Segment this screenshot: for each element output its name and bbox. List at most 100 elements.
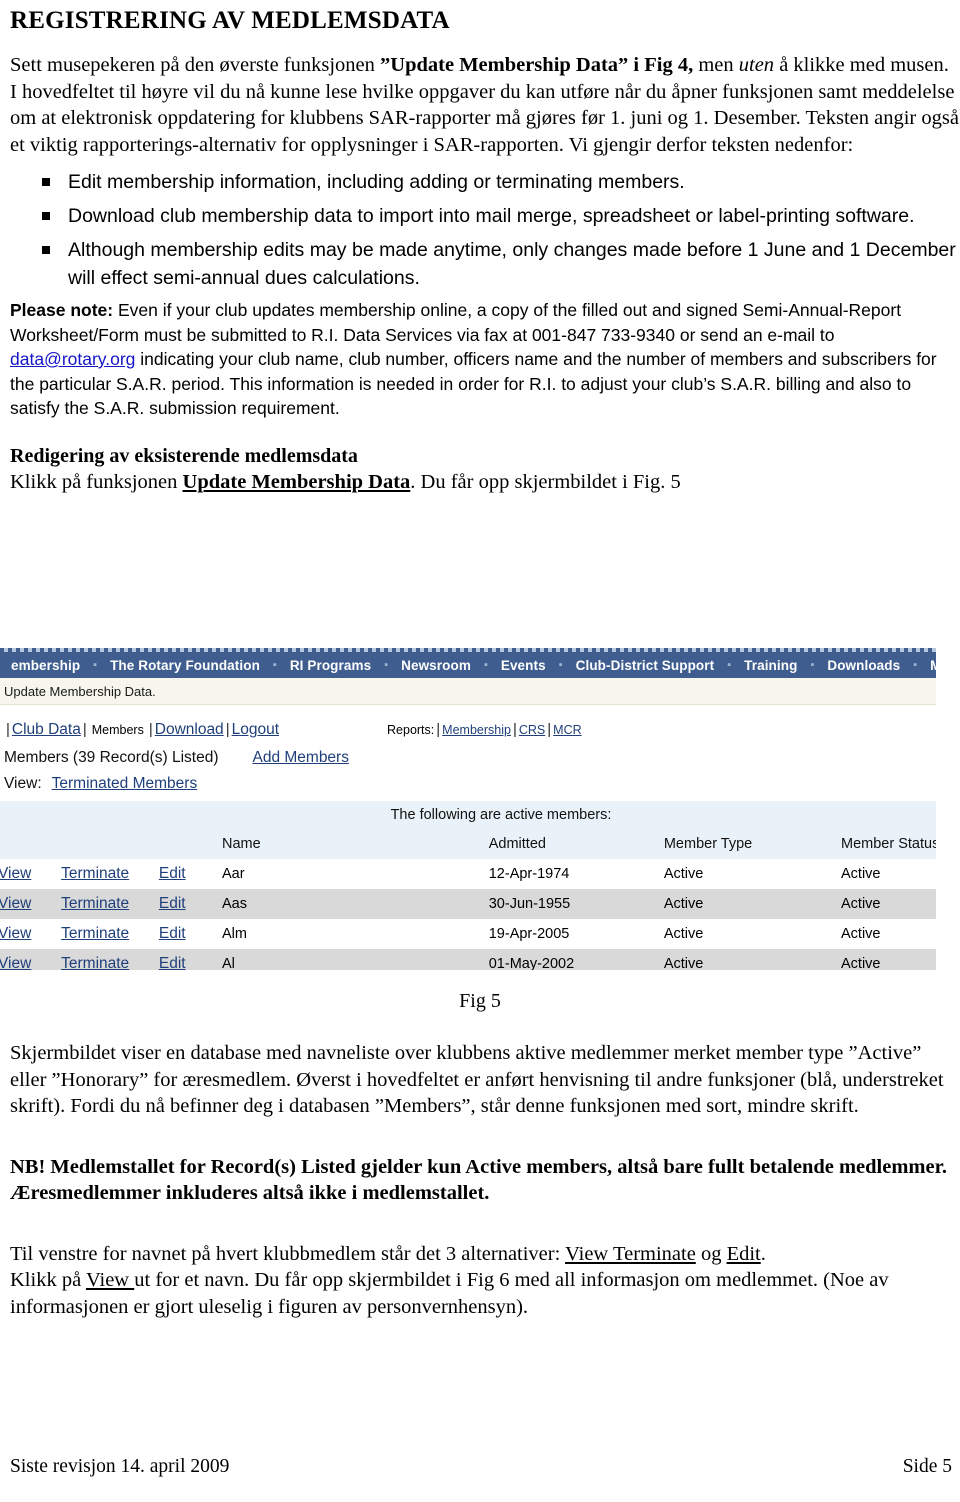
- link-report-mcr[interactable]: MCR: [553, 723, 581, 737]
- nav-item-club-district-support[interactable]: Club-District Support: [563, 658, 728, 673]
- cell-admitted: 01-May-2002: [486, 949, 662, 970]
- please-note-paragraph: Please note: Even if your club updates m…: [10, 298, 960, 421]
- link-report-membership[interactable]: Membership: [442, 723, 511, 737]
- document-lower-body: Skjermbildet viser en database med navne…: [10, 1040, 960, 1320]
- email-link[interactable]: data@rotary.org: [10, 349, 135, 369]
- document-body: REGISTRERING AV MEDLEMSDATA Sett musepek…: [10, 6, 960, 495]
- closing-p1d: .: [760, 1242, 766, 1265]
- table-row: View Terminate Edit Al 01-May-2002 Activ…: [0, 949, 936, 970]
- link-report-crs[interactable]: CRS: [519, 723, 545, 737]
- row-action-edit[interactable]: Edit: [159, 955, 186, 970]
- cell-member-status: Active: [839, 859, 936, 889]
- closing-p1a: Til venstre for navnet på hvert klubbmed…: [10, 1242, 566, 1265]
- cell-member-status: Active: [839, 889, 936, 919]
- link-terminated-members[interactable]: Terminated Members: [52, 775, 198, 793]
- members-count-row: Members (39 Record(s) Listed) Add Member…: [0, 749, 936, 775]
- nav-item-members-truncated[interactable]: Men: [917, 658, 936, 673]
- row-action-terminate[interactable]: Terminate: [61, 925, 129, 942]
- closing-p2b: ut for et navn. Du får opp skjermbildet …: [10, 1269, 889, 1318]
- cell-member-type: Active: [661, 949, 839, 970]
- nav-item-events[interactable]: Events: [488, 658, 559, 673]
- col-header-blank-3: [156, 829, 220, 859]
- footer-revision: Siste revisjon 14. april 2009: [10, 1456, 230, 1477]
- nav-item-ri-programs[interactable]: RI Programs: [277, 658, 384, 673]
- list-item: Although membership edits may be made an…: [10, 236, 960, 292]
- nb-warning-paragraph: NB! Medlemstallet for Record(s) Listed g…: [10, 1154, 960, 1207]
- closing-underline-view: View: [565, 1242, 613, 1265]
- row-action-view[interactable]: View: [0, 925, 31, 942]
- link-add-members[interactable]: Add Members: [252, 749, 348, 767]
- square-bullet-icon: [42, 246, 50, 254]
- nav-item-downloads[interactable]: Downloads: [814, 658, 913, 673]
- toolbar-pipe: |: [547, 721, 552, 738]
- row-action-terminate[interactable]: Terminate: [61, 865, 129, 882]
- list-item: Download club membership data to import …: [10, 202, 960, 230]
- row-action-view[interactable]: View: [0, 895, 31, 912]
- closing-underline-view-2: View: [85, 1269, 135, 1291]
- toolbar-pipe: |: [225, 721, 230, 738]
- note-text-before: Even if your club updates membership onl…: [10, 300, 902, 345]
- page-title: REGISTRERING AV MEDLEMSDATA: [10, 7, 450, 34]
- toolbar-pipe: |: [82, 721, 87, 738]
- intro-part1: Sett musepekeren på den øverste funksjon…: [10, 54, 381, 76]
- cell-name: Aar: [219, 859, 487, 889]
- cell-name: Aas: [219, 889, 487, 919]
- bullet-text: Download club membership data to import …: [68, 205, 915, 227]
- members-table: The following are active members: Name A…: [0, 801, 936, 970]
- rotary-member-access-app: embership ▪ The Rotary Foundation ▪ RI P…: [0, 648, 936, 970]
- nb-warning-text: NB! Medlemstallet for Record(s) Listed g…: [10, 1155, 947, 1205]
- intro-bold: ”Update Membership Data” i Fig 4,: [380, 54, 694, 76]
- col-header-blank-2: [59, 829, 157, 859]
- table-banner-text: The following are active members:: [0, 801, 936, 829]
- col-header-member-status: Member Status: [839, 829, 936, 859]
- nav-item-the-rotary-foundation[interactable]: The Rotary Foundation: [97, 658, 273, 673]
- toolbar-pipe: |: [148, 721, 153, 738]
- cell-admitted: 19-Apr-2005: [486, 919, 662, 949]
- intro-paragraph: Sett musepekeren på den øverste funksjon…: [10, 52, 960, 158]
- row-action-terminate[interactable]: Terminate: [61, 895, 129, 912]
- cell-member-status: Active: [839, 949, 936, 970]
- breadcrumb-text: Update Membership Data.: [4, 683, 156, 699]
- bullet-text: Although membership edits may be made an…: [68, 239, 956, 289]
- intro-italic: uten: [738, 54, 775, 76]
- cell-member-status: Active: [839, 919, 936, 949]
- cell-admitted: 30-Jun-1955: [486, 889, 662, 919]
- cell-name: Al: [219, 949, 487, 970]
- nav-item-newsroom[interactable]: Newsroom: [388, 658, 484, 673]
- feature-bullet-list: Edit membership information, including a…: [10, 168, 960, 292]
- figure-5-screenshot: embership ▪ The Rotary Foundation ▪ RI P…: [0, 648, 936, 970]
- nav-item-membership[interactable]: embership: [0, 658, 93, 673]
- row-action-edit[interactable]: Edit: [159, 865, 186, 882]
- row-action-edit[interactable]: Edit: [159, 925, 186, 942]
- col-header-member-type: Member Type: [661, 829, 839, 859]
- row-action-terminate[interactable]: Terminate: [61, 955, 129, 970]
- closing-underline-edit: Edit: [726, 1242, 761, 1265]
- breadcrumb: Update Membership Data.: [0, 678, 936, 705]
- cell-name: Alm: [219, 919, 487, 949]
- closing-p1c: og: [695, 1242, 727, 1265]
- please-note-label: Please note:: [10, 300, 114, 320]
- view-label: View:: [4, 775, 42, 792]
- link-download[interactable]: Download: [155, 721, 224, 739]
- current-section-members: Members: [91, 723, 144, 737]
- square-bullet-icon: [42, 178, 50, 186]
- global-navigation-bar: embership ▪ The Rotary Foundation ▪ RI P…: [0, 652, 936, 678]
- col-header-name: Name: [219, 829, 487, 859]
- cell-member-type: Active: [661, 889, 839, 919]
- row-action-view[interactable]: View: [0, 865, 31, 882]
- col-header-blank-1: [0, 829, 60, 859]
- link-club-data[interactable]: Club Data: [12, 721, 81, 739]
- link-logout[interactable]: Logout: [232, 721, 279, 739]
- closing-underline-terminate: Terminate: [613, 1242, 696, 1265]
- note-text-after: indicating your club name, club number, …: [10, 349, 937, 418]
- square-bullet-icon: [42, 212, 50, 220]
- section2-part2: . Du får opp skjermbildet i Fig. 5: [410, 470, 681, 493]
- footer-page-number: Side 5: [902, 1456, 952, 1477]
- row-action-edit[interactable]: Edit: [159, 895, 186, 912]
- section2-part1: Klikk på funksjonen: [10, 470, 183, 493]
- nav-item-training[interactable]: Training: [731, 658, 810, 673]
- row-action-view[interactable]: View: [0, 955, 31, 970]
- record-count-text: Members (39 Record(s) Listed): [4, 749, 219, 766]
- document-page: REGISTRERING AV MEDLEMSDATA Sett musepek…: [0, 0, 960, 1502]
- reports-label: Reports:: [387, 723, 435, 737]
